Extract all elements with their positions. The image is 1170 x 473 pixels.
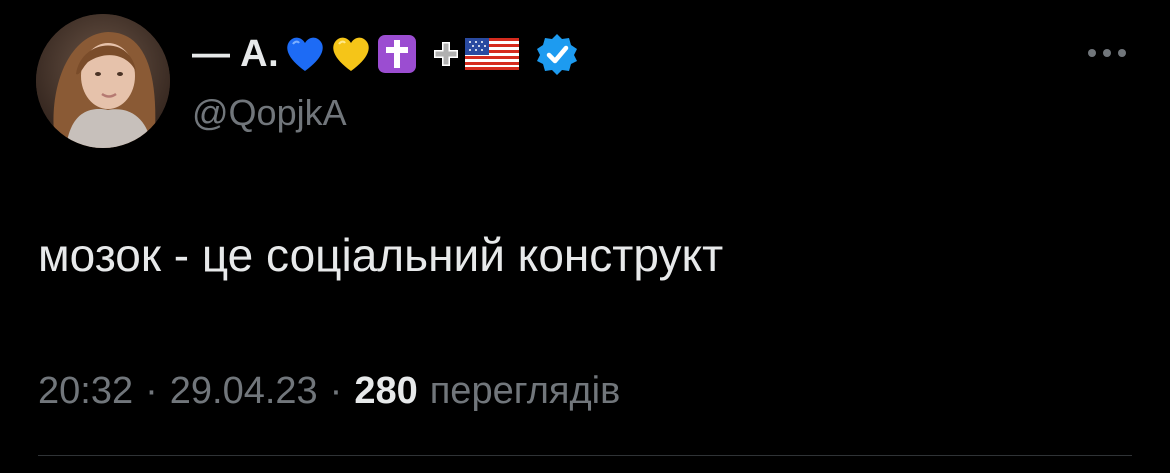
author-handle[interactable]: @QopjkA — [192, 92, 347, 134]
display-name[interactable]: — A. — [192, 33, 279, 76]
tweet-time[interactable]: 20:32 — [38, 370, 133, 413]
author-name-row[interactable]: — A. — [192, 28, 579, 80]
tweet-meta: 20:32 · 29.04.23 · 280 переглядів — [38, 370, 620, 413]
us-flag-icon — [465, 34, 520, 74]
meta-separator: · — [145, 370, 158, 412]
blue-heart-icon — [283, 32, 327, 76]
meta-separator: · — [329, 370, 343, 412]
avatar-photo — [36, 14, 170, 148]
latin-cross-icon — [375, 32, 419, 76]
tweet-text: мозок - це соціальний конструкт — [38, 229, 724, 281]
avatar[interactable] — [36, 14, 170, 148]
divider — [38, 455, 1132, 456]
more-options-icon[interactable] — [1082, 38, 1132, 68]
verified-badge-icon[interactable] — [535, 32, 579, 76]
tweet-date[interactable]: 29.04.23 — [170, 370, 318, 413]
yellow-heart-icon — [329, 32, 373, 76]
views-label: переглядів — [429, 370, 621, 412]
views-count[interactable]: 280 — [354, 370, 417, 413]
cross-mark-icon — [431, 39, 461, 69]
